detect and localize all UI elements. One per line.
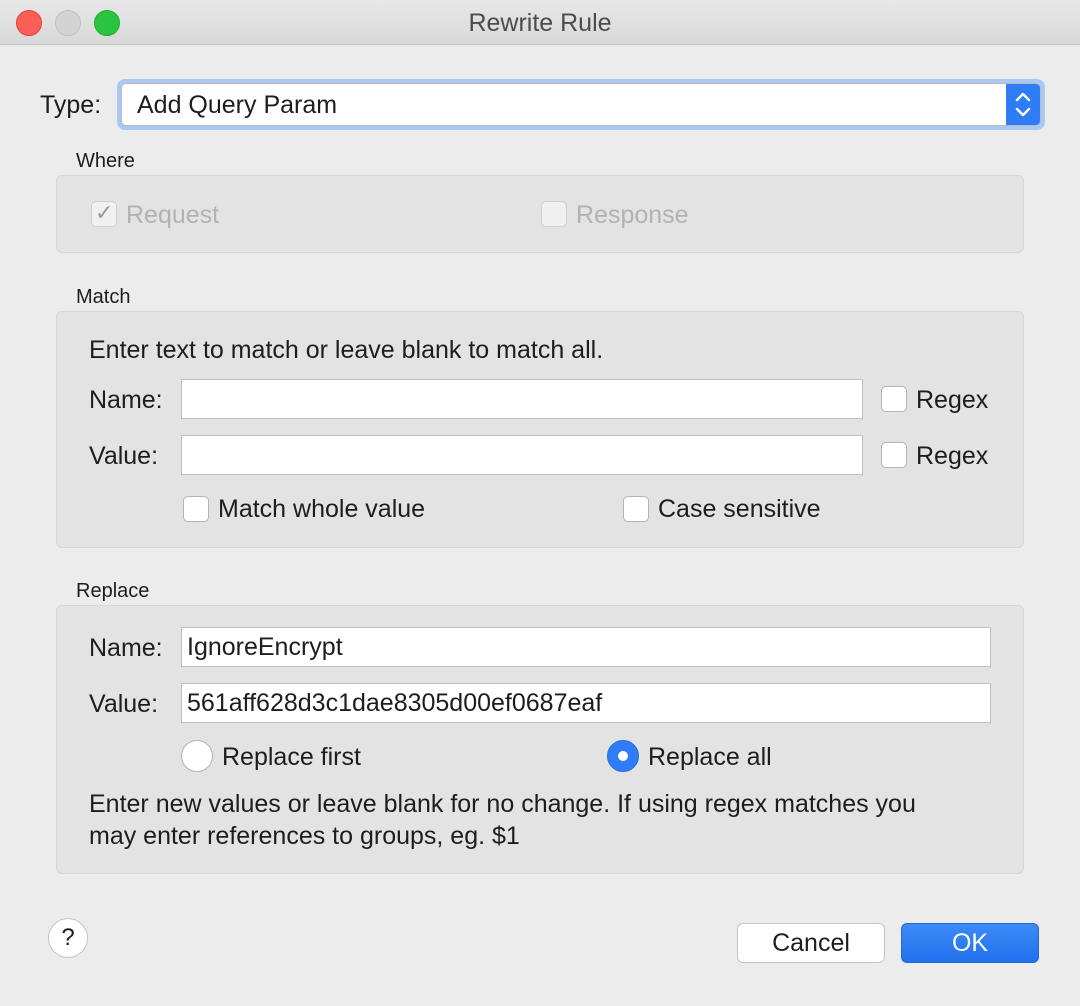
help-button[interactable]: ? (48, 918, 88, 958)
response-label: Response (576, 201, 689, 229)
request-checkbox[interactable]: ✓ (91, 200, 117, 227)
match-name-regex-checkbox[interactable] (881, 386, 907, 412)
match-name-label: Name: (89, 386, 163, 414)
replace-section-title: Replace (76, 580, 150, 602)
rewrite-rule-dialog: Rewrite Rule Type: Add Query Param Where… (0, 0, 1080, 1006)
type-select-value: Add Query Param (137, 91, 338, 119)
match-name-regex-label: Regex (916, 386, 989, 414)
replace-first-radio[interactable] (181, 740, 213, 772)
match-value-regex-checkbox[interactable] (881, 442, 907, 468)
checkmark-icon: ✓ (95, 200, 114, 225)
case-sensitive-label: Case sensitive (658, 495, 821, 523)
match-instructions: Enter text to match or leave blank to ma… (89, 336, 604, 364)
match-value-label: Value: (89, 442, 159, 470)
replace-help-text-line-2: may enter references to groups, eg. $1 (89, 822, 520, 850)
replace-value-label: Value: (89, 690, 159, 718)
match-section-title: Match (76, 286, 131, 308)
match-value-input[interactable] (181, 435, 863, 475)
type-select[interactable]: Add Query Param (121, 83, 1041, 126)
replace-first-label: Replace first (222, 743, 361, 771)
match-name-input[interactable] (181, 379, 863, 419)
response-checkbox[interactable] (541, 201, 567, 227)
replace-name-label: Name: (89, 634, 163, 662)
title-bar: Rewrite Rule (0, 0, 1080, 45)
replace-value-input[interactable] (181, 683, 991, 723)
cancel-button[interactable]: Cancel (737, 923, 885, 963)
replace-name-input[interactable] (181, 627, 991, 667)
where-section-title: Where (76, 150, 135, 172)
request-label: Request (126, 201, 220, 229)
replace-all-radio[interactable] (607, 740, 639, 772)
select-stepper-icon (1006, 84, 1040, 125)
type-label: Type: (40, 91, 102, 119)
window-title: Rewrite Rule (468, 9, 612, 37)
case-sensitive-checkbox[interactable] (623, 496, 649, 522)
ok-button[interactable]: OK (901, 923, 1039, 963)
match-whole-value-checkbox[interactable] (183, 496, 209, 522)
replace-all-label: Replace all (648, 743, 772, 771)
match-whole-value-label: Match whole value (218, 495, 426, 523)
replace-help-text-line-1: Enter new values or leave blank for no c… (89, 790, 916, 818)
match-value-regex-label: Regex (916, 442, 989, 470)
